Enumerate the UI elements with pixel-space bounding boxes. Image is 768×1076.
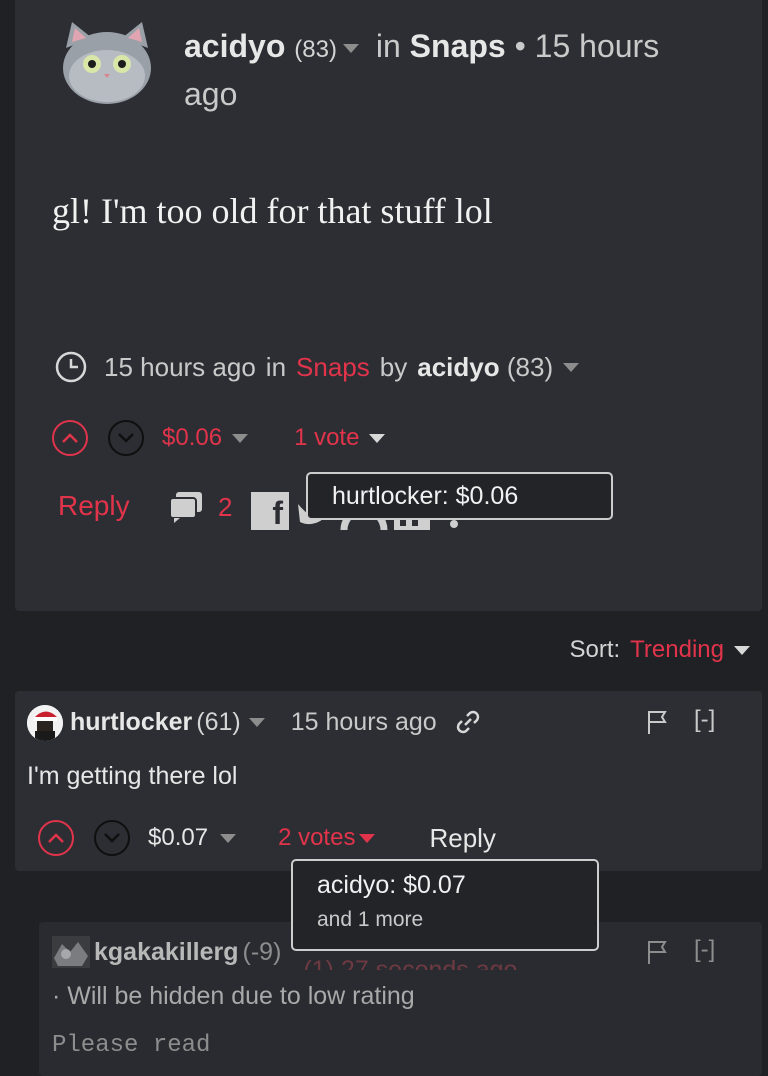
- post-community-link[interactable]: Snaps: [410, 28, 506, 64]
- comment-time: 15 hours ago: [290, 707, 437, 736]
- post-votes-count: 1 vote: [294, 424, 360, 451]
- meta-author-name[interactable]: acidyo: [417, 352, 499, 382]
- sort-control[interactable]: Sort: Trending: [569, 636, 750, 664]
- meta-time: 15 hours ago: [104, 351, 256, 382]
- post-payout-value: $0.06: [162, 424, 223, 451]
- downvote-button[interactable]: [108, 420, 144, 456]
- nested-comment-body: Please read: [52, 1032, 211, 1059]
- post-author-line: acidyo (83) in Snaps • 15 hours ago: [184, 24, 704, 117]
- comment-author-reputation: (61): [196, 707, 241, 736]
- meta-community-link[interactable]: Snaps: [296, 352, 370, 383]
- post-author-name[interactable]: acidyo: [184, 28, 285, 64]
- comment-voter-tooltip: acidyo: $0.07 and 1 more: [291, 859, 599, 951]
- comment-votes[interactable]: 2 votes: [278, 824, 376, 852]
- comment-votes-count: 2 votes: [278, 824, 356, 851]
- chevron-up-icon: [62, 433, 78, 443]
- collapse-toggle[interactable]: [-]: [694, 706, 715, 734]
- comments-icon[interactable]: [168, 490, 204, 524]
- payout-voter-tooltip: hurtlocker: $0.06: [306, 472, 613, 520]
- comment-votes-caret-icon: [359, 833, 376, 843]
- comment-reply-button[interactable]: Reply: [429, 823, 495, 854]
- post-reply-button[interactable]: Reply: [58, 490, 130, 522]
- nested-comment-avatar[interactable]: [52, 936, 90, 968]
- comment-payout[interactable]: $0.07: [148, 824, 237, 852]
- post-in-label: in: [375, 28, 401, 64]
- chevron-up-icon: [48, 833, 64, 843]
- comment-vote-row: $0.07 2 votes Reply: [38, 818, 496, 858]
- nested-comment-reputation: (-9): [242, 937, 282, 966]
- post-payout[interactable]: $0.06: [162, 424, 249, 452]
- sort-value: Trending: [630, 636, 724, 663]
- upvote-button[interactable]: [52, 420, 88, 456]
- meta-in-label: in: [265, 351, 287, 382]
- nested-comment-time: (1) 27 seconds ago: [303, 956, 518, 970]
- meta-author-caret-icon[interactable]: [563, 362, 580, 372]
- meta-by-label: by: [379, 351, 408, 382]
- author-avatar[interactable]: [58, 18, 156, 106]
- post-author-reputation: (83): [294, 36, 337, 63]
- comment-body: I'm getting there lol: [27, 762, 238, 790]
- meta-author-reputation: (83): [506, 351, 554, 382]
- comment-author-caret-icon[interactable]: [248, 717, 265, 727]
- comment-payout-value: $0.07: [148, 824, 209, 851]
- post-body: gl! I'm too old for that stuff lol: [52, 191, 493, 231]
- sort-label: Sort:: [569, 636, 621, 663]
- hidden-notice: · Will be hidden due to low rating: [52, 982, 415, 1010]
- comment-tooltip-voter-line: acidyo: $0.07: [317, 871, 466, 899]
- tooltip-voter-line: hurtlocker: $0.06: [332, 482, 519, 510]
- nested-comment-author-name[interactable]: kgakakillerg: [94, 938, 239, 967]
- facebook-share-icon[interactable]: f: [251, 492, 289, 530]
- comment-payout-caret-icon: [220, 833, 237, 843]
- post-meta-line: 15 hours ago in Snaps by acidyo (83): [54, 348, 580, 386]
- post-bullet: •: [514, 28, 526, 64]
- comment-author-name[interactable]: hurtlocker: [70, 708, 192, 737]
- nested-collapse-toggle[interactable]: [-]: [694, 936, 715, 964]
- votes-caret-icon: [369, 433, 386, 443]
- sort-caret-icon: [734, 645, 750, 655]
- comment-count[interactable]: 2: [218, 492, 232, 523]
- comment-upvote-button[interactable]: [38, 820, 74, 856]
- author-menu-caret-icon[interactable]: [342, 44, 359, 54]
- flag-icon[interactable]: [646, 709, 668, 735]
- comment-downvote-button[interactable]: [94, 820, 130, 856]
- chevron-down-icon: [104, 833, 120, 843]
- post-vote-row: $0.06 1 vote: [52, 418, 386, 458]
- comment-header: hurtlocker (61) 15 hours ago: [70, 704, 481, 740]
- comment-tooltip-more[interactable]: and 1 more: [317, 908, 597, 932]
- permalink-icon[interactable]: [455, 709, 481, 735]
- clock-icon: [55, 351, 87, 383]
- comment-author-avatar[interactable]: [27, 705, 63, 741]
- payout-caret-icon: [232, 433, 249, 443]
- chevron-down-icon: [118, 433, 134, 443]
- nested-flag-icon[interactable]: [646, 939, 668, 965]
- post-votes[interactable]: 1 vote: [294, 424, 386, 452]
